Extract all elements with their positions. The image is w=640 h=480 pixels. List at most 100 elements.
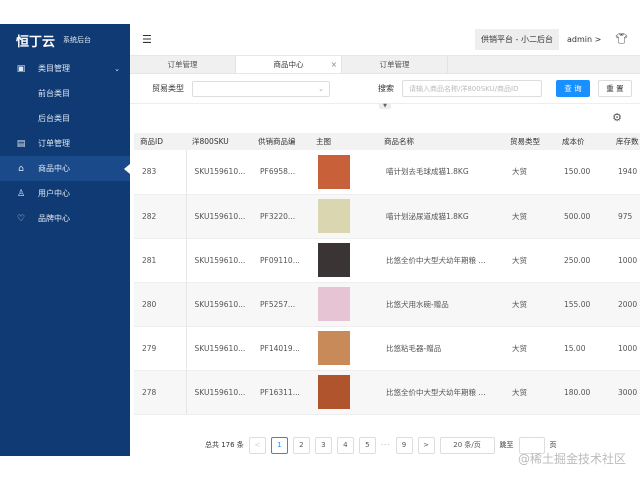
menu-fold-icon[interactable]: ☰ <box>142 33 152 46</box>
user-icon: ♙ <box>16 188 26 199</box>
column-header: 库存数 <box>610 133 640 150</box>
next-page-button[interactable]: > <box>417 436 435 454</box>
cell-code: PF14019... <box>252 326 310 371</box>
product-image-cell <box>310 238 378 283</box>
product-thumbnail[interactable] <box>318 243 350 277</box>
product-image-cell <box>310 370 378 415</box>
product-thumbnail[interactable] <box>318 375 350 409</box>
column-header: 成本价 <box>556 133 610 150</box>
query-button[interactable]: 查 询 <box>556 80 590 97</box>
sidebar-item-category[interactable]: ▣ 类目管理 ⌄ <box>0 56 130 81</box>
sidebar-item-label: 订单管理 <box>38 139 70 148</box>
cell-name: 比悠全价中大型犬幼年期粮 ... <box>378 370 504 415</box>
more-pages[interactable]: ··· <box>381 441 391 449</box>
close-icon[interactable]: × <box>331 60 337 69</box>
cell-type: 大贸 <box>504 282 556 327</box>
tab-label: 订单管理 <box>379 60 410 69</box>
reset-button[interactable]: 重 置 <box>598 80 632 97</box>
bag-icon: ⌂ <box>18 163 24 174</box>
cell-price: 500.00 <box>556 194 610 239</box>
product-image-cell <box>310 194 378 239</box>
main: ☰ 供销平台 - 小二后台 admin > 👕︎ 订单管理 商品中心 × 订单管理… <box>130 24 640 456</box>
cell-type: 大贸 <box>504 194 556 239</box>
cell-type: 大贸 <box>504 370 556 415</box>
cell-sku: SKU159610... <box>186 194 252 239</box>
sidebar-item-products[interactable]: ⌂ 商品中心 <box>0 156 130 181</box>
table-row[interactable]: 282 SKU159610... PF3220... 喵计划泌尿道成猫1.8KG 大贸 5… <box>134 194 640 239</box>
cell-price: 15.00 <box>556 326 610 371</box>
sidebar: 恒丁云 系统后台 ▣ 类目管理 ⌄ 前台类目 后台类目 ▤ 订单管理 ⌂ 商品中心 ♙ 用户… <box>0 24 130 456</box>
cell-id: 278 <box>134 370 187 415</box>
sidebar-item-users[interactable]: ♙ 用户中心 <box>0 181 130 206</box>
cell-id: 279 <box>134 326 187 371</box>
app: 恒丁云 系统后台 ▣ 类目管理 ⌄ 前台类目 后台类目 ▤ 订单管理 ⌂ 商品中心 ♙ 用户… <box>0 24 640 456</box>
sidebar-item-label: 后台类目 <box>38 114 70 123</box>
cell-id: 282 <box>134 194 187 239</box>
tab-bar: 订单管理 商品中心 × 订单管理 <box>130 55 640 74</box>
sidebar-item-label: 类目管理 <box>38 64 70 73</box>
cell-price: 250.00 <box>556 238 610 283</box>
page-size-select[interactable]: 20 条/页 <box>439 436 495 454</box>
tab-orders-2[interactable]: 订单管理 <box>342 56 448 73</box>
cell-name: 比悠粘毛器-赠品 <box>378 326 504 371</box>
cell-sku: SKU159610... <box>186 370 252 415</box>
product-thumbnail[interactable] <box>318 199 350 233</box>
table-row[interactable]: 283 SKU159610... PF6958... 喵计划去毛球成猫1.8KG 大贸 1… <box>134 150 640 195</box>
tab-products[interactable]: 商品中心 × <box>236 56 342 73</box>
expand-toggle[interactable]: ▼ <box>379 103 391 109</box>
cell-id: 283 <box>134 150 187 195</box>
sidebar-item-front-category[interactable]: 前台类目 <box>0 81 130 106</box>
watermark: @稀土掘金技术社区 <box>517 452 626 466</box>
username: admin <box>566 35 593 44</box>
page-1[interactable]: 1 <box>270 436 288 454</box>
page-5[interactable]: 5 <box>358 436 376 454</box>
sidebar-item-label: 用户中心 <box>38 189 70 198</box>
gear-icon[interactable]: ⚙ <box>612 111 622 124</box>
cell-sku: SKU159610... <box>186 150 252 195</box>
product-thumbnail[interactable] <box>318 154 350 189</box>
table-row[interactable]: 279 SKU159610... PF14019... 比悠粘毛器-赠品 大贸 15.00… <box>134 326 640 371</box>
trade-type-label: 贸易类型 <box>152 84 184 93</box>
sidebar-item-orders[interactable]: ▤ 订单管理 <box>0 131 130 156</box>
column-header: 商品名称 <box>378 133 504 150</box>
sidebar-item-label: 商品中心 <box>38 164 70 173</box>
trade-type-select[interactable]: ⌄ <box>192 80 330 97</box>
prev-page-button[interactable]: < <box>248 436 266 454</box>
page-4[interactable]: 4 <box>336 436 354 454</box>
tab-orders[interactable]: 订单管理 <box>130 56 236 73</box>
cell-type: 大贸 <box>504 150 556 195</box>
column-header: 商品ID <box>134 133 186 150</box>
header: ☰ 供销平台 - 小二后台 admin > 👕︎ <box>130 24 640 55</box>
table-header: 商品ID 洋800SKU 供销商品编 主图 商品名称 贸易类型 成本价 库存数 <box>134 133 640 150</box>
platform-switch[interactable]: 供销平台 - 小二后台 <box>474 29 559 50</box>
category-icon: ▣ <box>16 63 26 74</box>
search-input[interactable]: 请输入商品名称/洋800SKU/商品ID <box>402 80 542 97</box>
tab-label: 商品中心 <box>273 60 304 69</box>
page-suffix: 页 <box>549 441 557 449</box>
user-menu[interactable]: admin > <box>567 35 601 44</box>
cell-stock: 1940 <box>610 150 640 195</box>
page-9[interactable]: 9 <box>395 436 413 454</box>
table-row[interactable]: 281 SKU159610... PF09110... 比悠全价中大型犬幼年期粮 ..… <box>134 238 640 283</box>
brand-subtitle: 系统后台 <box>63 36 92 44</box>
cell-stock: 975 <box>610 194 640 239</box>
cell-stock: 3000 <box>610 370 640 415</box>
product-thumbnail[interactable] <box>318 287 350 321</box>
table-row[interactable]: 278 SKU159610... PF16311... 比悠全价中大型犬幼年期粮 ..… <box>134 370 640 415</box>
shirt-icon[interactable]: 👕︎ <box>615 34 628 45</box>
cell-code: PF5257... <box>252 282 310 327</box>
logo: 恒丁云 系统后台 <box>0 24 130 56</box>
cell-type: 大贸 <box>504 238 556 283</box>
brand-icon: ♡ <box>16 213 26 224</box>
brand-name: 恒丁云 <box>16 34 56 50</box>
page-3[interactable]: 3 <box>314 436 332 454</box>
cell-sku: SKU159610... <box>186 282 252 327</box>
cell-code: PF3220... <box>252 194 310 239</box>
sidebar-item-back-category[interactable]: 后台类目 <box>0 106 130 131</box>
page-2[interactable]: 2 <box>292 436 310 454</box>
sidebar-item-brands[interactable]: ♡ 品牌中心 <box>0 206 130 231</box>
product-thumbnail[interactable] <box>318 331 350 365</box>
cell-name: 比悠全价中大型犬幼年期粮 ... <box>378 238 504 283</box>
cell-name: 喵计划去毛球成猫1.8KG <box>378 150 504 195</box>
table-row[interactable]: 280 SKU159610... PF5257... 比悠犬用水碗-赠品 大贸 155.0… <box>134 282 640 327</box>
